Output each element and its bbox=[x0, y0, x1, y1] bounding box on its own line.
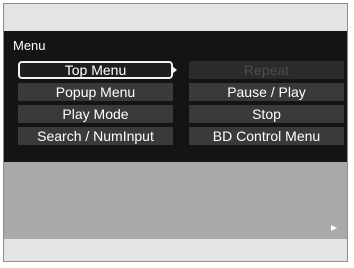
search-numinput-button[interactable]: Search / NumInput bbox=[18, 127, 173, 145]
screen-frame: Menu Top Menu Repeat Popup Menu Pause / … bbox=[3, 3, 348, 262]
top-band bbox=[4, 4, 347, 31]
menu-title: Menu bbox=[13, 38, 46, 53]
play-mode-button[interactable]: Play Mode bbox=[18, 105, 173, 123]
stop-button[interactable]: Stop bbox=[189, 105, 344, 123]
popup-menu-button[interactable]: Popup Menu bbox=[18, 83, 173, 101]
repeat-button: Repeat bbox=[189, 61, 344, 79]
content-area bbox=[4, 162, 347, 239]
bottom-band bbox=[4, 239, 347, 261]
menu-panel: Menu Top Menu Repeat Popup Menu Pause / … bbox=[4, 31, 347, 162]
play-triangle-icon bbox=[331, 225, 337, 231]
pause-play-button[interactable]: Pause / Play bbox=[189, 83, 344, 101]
bd-control-menu-button[interactable]: BD Control Menu bbox=[189, 127, 344, 145]
menu-grid: Top Menu Repeat Popup Menu Pause / Play … bbox=[18, 61, 344, 145]
top-menu-button[interactable]: Top Menu bbox=[18, 61, 177, 79]
